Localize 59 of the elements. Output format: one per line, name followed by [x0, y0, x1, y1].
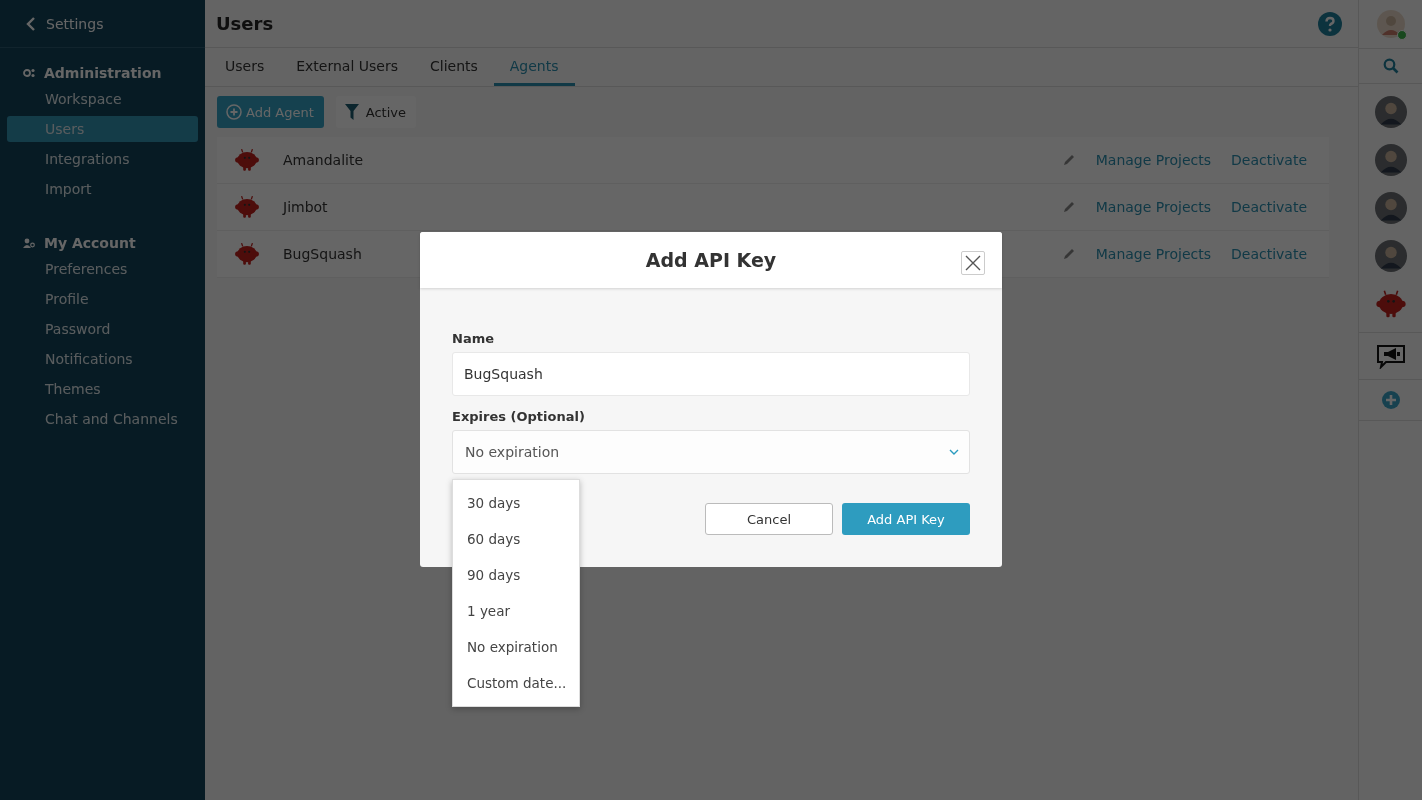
- agent-name: Jimbot: [283, 199, 328, 215]
- user-settings-icon: [23, 238, 35, 248]
- sidebar-item[interactable]: Themes: [7, 376, 198, 402]
- sidebar-item[interactable]: Integrations: [7, 146, 198, 172]
- monster-icon: [233, 147, 261, 173]
- monster-icon: [233, 241, 261, 267]
- pencil-icon: [1061, 153, 1076, 167]
- menu-option[interactable]: 1 year: [453, 593, 579, 629]
- menu-option[interactable]: 30 days: [453, 485, 579, 521]
- monster-icon[interactable]: [1373, 288, 1408, 320]
- menu-option[interactable]: 90 days: [453, 557, 579, 593]
- agent-name: Amandalite: [283, 152, 363, 168]
- tab[interactable]: Clients: [413, 48, 494, 86]
- cancel-button[interactable]: Cancel: [705, 503, 833, 535]
- pencil-icon: [1061, 200, 1076, 214]
- close-icon: [965, 255, 981, 271]
- megaphone-chat-icon: [1375, 343, 1406, 369]
- search-icon: [1382, 58, 1399, 74]
- sidebar-item[interactable]: Users: [7, 116, 198, 142]
- back-icon: [26, 15, 36, 32]
- menu-option[interactable]: No expiration: [453, 629, 579, 665]
- manage-projects-link[interactable]: Manage Projects: [1095, 246, 1211, 262]
- manage-projects-link[interactable]: Manage Projects: [1095, 152, 1211, 168]
- add-agent-button[interactable]: Add Agent: [217, 96, 324, 128]
- tab[interactable]: Users: [209, 48, 281, 86]
- gears-icon: [23, 68, 35, 78]
- chevron-down-icon: [949, 449, 959, 455]
- sidebar-item[interactable]: Profile: [7, 286, 198, 312]
- menu-option[interactable]: 60 days: [453, 521, 579, 557]
- sidebar-item[interactable]: Chat and Channels: [7, 406, 198, 432]
- section-heading: Administration: [44, 65, 162, 81]
- sidebar-item[interactable]: Workspace: [7, 86, 198, 112]
- manage-projects-link[interactable]: Manage Projects: [1095, 199, 1211, 215]
- tab[interactable]: External Users: [280, 48, 414, 86]
- sidebar-item[interactable]: Password: [7, 316, 198, 342]
- close-button[interactable]: [961, 251, 985, 275]
- plus-circle-icon: [226, 104, 242, 120]
- pencil-icon: [1061, 247, 1076, 261]
- field-label: Name: [452, 331, 495, 346]
- deactivate-link[interactable]: Deactivate: [1231, 152, 1307, 168]
- deactivate-link[interactable]: Deactivate: [1231, 246, 1307, 262]
- sidebar-item[interactable]: Preferences: [7, 256, 198, 282]
- field-label: Expires (Optional): [452, 409, 586, 424]
- page-title: Users: [216, 13, 274, 34]
- monster-icon: [233, 194, 261, 220]
- agent-name: BugSquash: [283, 246, 362, 262]
- tab[interactable]: Agents: [493, 48, 575, 86]
- dialog-title: Add API Key: [645, 249, 777, 271]
- sidebar-item[interactable]: Notifications: [7, 346, 198, 372]
- add-api-key-button[interactable]: Add API Key: [842, 503, 970, 535]
- input-field[interactable]: BugSquash: [452, 352, 970, 396]
- plus-circle-icon: [1380, 390, 1401, 410]
- menu-option[interactable]: Custom date...: [453, 665, 579, 701]
- section-heading: My Account: [44, 235, 136, 251]
- sidebar-item[interactable]: Import: [7, 176, 198, 202]
- filter-icon: [344, 104, 359, 120]
- deactivate-link[interactable]: Deactivate: [1231, 199, 1307, 215]
- help-icon: [1318, 11, 1342, 36]
- dropdown-field[interactable]: No expiration: [452, 430, 970, 474]
